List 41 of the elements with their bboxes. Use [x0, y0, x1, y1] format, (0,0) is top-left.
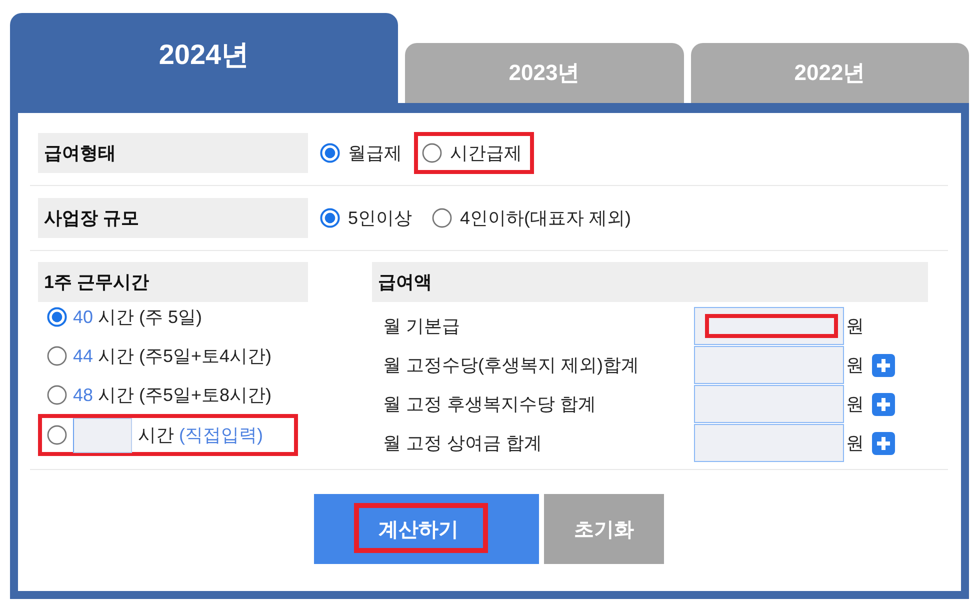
radio-button[interactable]: [47, 384, 67, 404]
amount-input-field[interactable]: [694, 385, 844, 423]
amount-input-field[interactable]: [694, 307, 844, 345]
section-label: 급여액: [372, 262, 928, 302]
section-label: 급여형태: [38, 133, 308, 173]
hours-option-label: 40 시간 (주 5일): [73, 306, 202, 328]
currency-unit: 원: [846, 432, 864, 455]
section-label: 1주 근무시간: [38, 262, 308, 302]
hours-option-label: 44 시간 (주5일+토4시간): [73, 344, 272, 368]
year-tab[interactable]: 2022년: [690, 43, 969, 103]
option-label: 월급제: [348, 142, 402, 165]
pay-item-label: 월 기본급: [383, 315, 460, 338]
pay-item-label: 월 고정수당(후생복지 제외)합계: [383, 354, 639, 377]
plus-icon[interactable]: [872, 432, 895, 454]
option-label: 4인이하(대표자 제외): [460, 207, 632, 230]
hours-option-label: 48 시간 (주5일+토8시간): [73, 384, 272, 406]
year-tab[interactable]: 2024년: [10, 13, 398, 103]
plus-icon[interactable]: [872, 392, 895, 416]
pay-item-label: 월 고정 후생복지수당 합계: [383, 393, 596, 416]
hours-input-field[interactable]: [73, 418, 132, 452]
currency-unit: 원: [846, 354, 864, 377]
currency-unit: 원: [846, 315, 864, 338]
currency-unit: 원: [846, 393, 864, 416]
radio-button[interactable]: [320, 143, 340, 163]
amount-input-field[interactable]: [694, 346, 844, 384]
option-label: 시간급제: [450, 142, 522, 165]
option-label: 5인이상: [348, 207, 412, 230]
pay-item-label: 월 고정 상여금 합계: [383, 432, 542, 455]
radio-button[interactable]: [47, 306, 67, 326]
section-label: 사업장 규모: [38, 198, 308, 238]
radio-button[interactable]: [422, 143, 442, 163]
radio-button[interactable]: [47, 346, 67, 366]
amount-input-field[interactable]: [694, 424, 844, 462]
plus-icon[interactable]: [872, 354, 895, 376]
radio-button[interactable]: [432, 208, 452, 228]
calculate-button[interactable]: 계산하기: [314, 494, 539, 564]
radio-button[interactable]: [320, 208, 340, 228]
custom-hours-label: 시간 (직접입력): [138, 424, 264, 447]
reset-button[interactable]: 초기화: [544, 494, 664, 564]
radio-button[interactable]: [47, 425, 67, 445]
year-tab[interactable]: 2023년: [405, 43, 684, 103]
